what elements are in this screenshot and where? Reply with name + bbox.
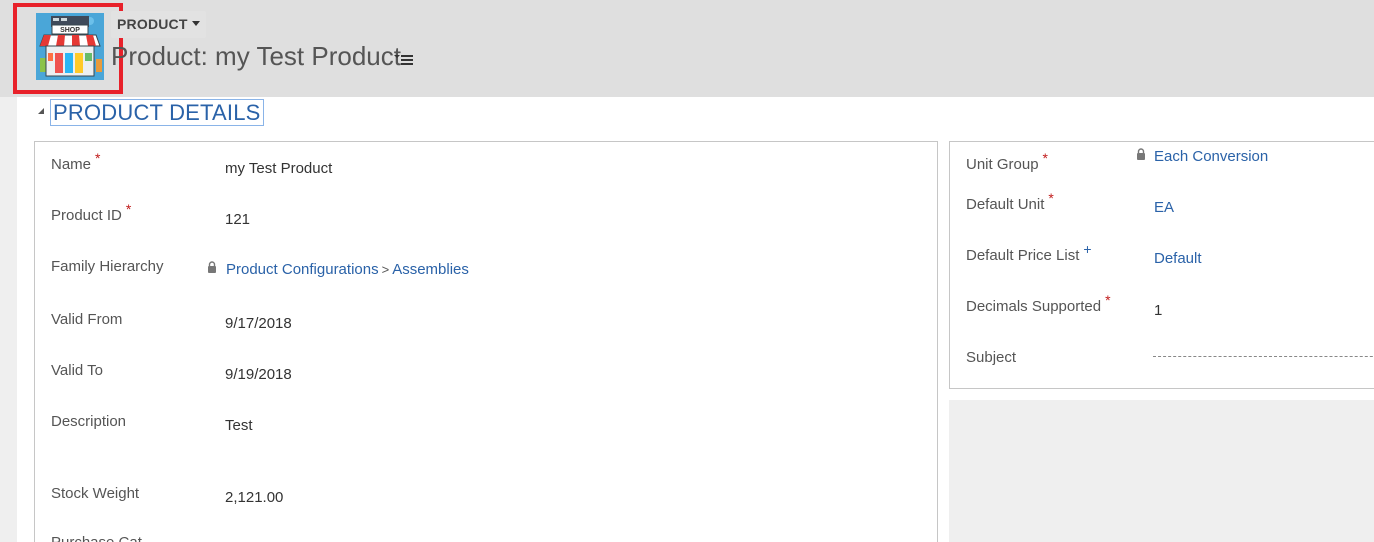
unit-group-link[interactable]: Each Conversion	[1154, 148, 1268, 165]
field-label-default-price-list: Default Price List +	[966, 241, 1092, 264]
decimals-supported-field[interactable]: 1	[1154, 302, 1162, 319]
record-title: Product: my Test Product	[111, 41, 401, 71]
field-label-valid-to: Valid To	[51, 362, 103, 379]
logo-highlight-box	[13, 3, 123, 94]
field-label-description: Description	[51, 413, 127, 430]
required-marker: *	[1042, 150, 1048, 166]
subject-field[interactable]	[1153, 356, 1374, 357]
description-field[interactable]: Test	[225, 417, 253, 434]
product-details-panel	[34, 141, 938, 542]
product-id-field[interactable]: 121	[225, 211, 250, 228]
stock-weight-field[interactable]: 2,121.00	[225, 489, 283, 506]
empty-panel-area	[949, 400, 1374, 542]
required-marker: *	[95, 150, 101, 166]
field-label-unit-group: Unit Group *	[966, 150, 1048, 173]
field-label-subject: Subject	[966, 349, 1017, 366]
family-link-product-configurations[interactable]: Product Configurations	[226, 261, 379, 278]
section-collapse-icon[interactable]	[38, 108, 44, 114]
valid-to-field[interactable]: 9/19/2018	[225, 366, 292, 383]
family-hierarchy-field: Product Configurations > Assemblies	[226, 261, 469, 278]
field-label-product-id: Product ID *	[51, 201, 132, 224]
name-field[interactable]: my Test Product	[225, 160, 332, 177]
chevron-down-icon	[191, 21, 200, 26]
lock-icon	[1137, 148, 1145, 160]
lock-icon	[208, 261, 216, 273]
field-label-default-unit: Default Unit *	[966, 190, 1054, 213]
family-link-assemblies[interactable]: Assemblies	[392, 261, 469, 278]
left-gutter	[0, 97, 17, 542]
valid-from-field[interactable]: 9/17/2018	[225, 315, 292, 332]
section-title[interactable]: PRODUCT DETAILS	[50, 99, 264, 126]
form-selector-menu-icon[interactable]	[394, 53, 414, 67]
entity-type-selector[interactable]: PRODUCT	[111, 11, 206, 38]
field-label-purchase-category: Purchase Cat	[51, 534, 142, 542]
entity-type-label: PRODUCT	[117, 16, 188, 32]
breadcrumb-separator: >	[381, 262, 390, 277]
field-label-stock-weight: Stock Weight	[51, 485, 140, 502]
recommended-marker: +	[1083, 241, 1092, 257]
required-marker: *	[1048, 190, 1054, 206]
field-label-valid-from: Valid From	[51, 311, 123, 328]
field-label-decimals-supported: Decimals Supported *	[966, 292, 1111, 315]
field-label-name: Name *	[51, 150, 101, 173]
default-unit-link[interactable]: EA	[1154, 199, 1174, 216]
required-marker: *	[1105, 292, 1111, 308]
field-label-family-hierarchy: Family Hierarchy	[51, 258, 164, 275]
default-price-list-link[interactable]: Default	[1154, 250, 1202, 267]
required-marker: *	[125, 201, 132, 217]
